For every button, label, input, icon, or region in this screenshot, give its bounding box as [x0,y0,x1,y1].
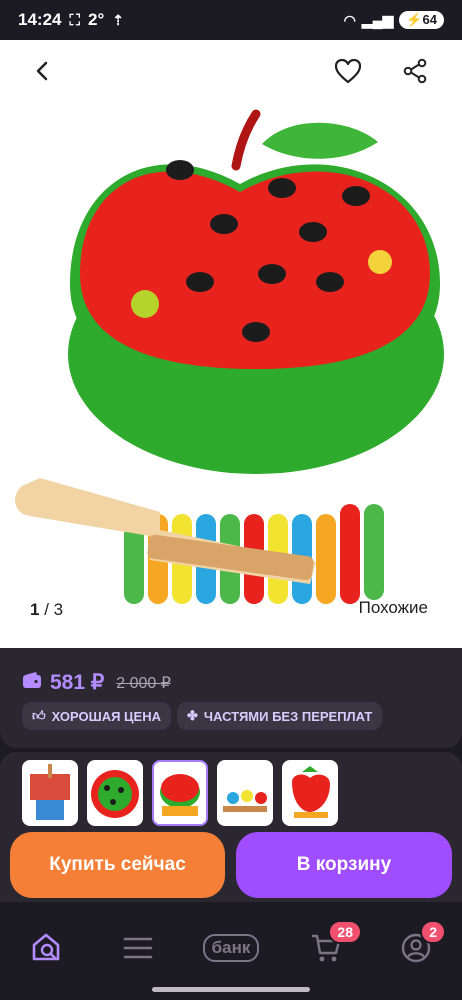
gallery-counter: 1 / 3 [30,600,64,619]
action-buttons: Купить сейчас В корзину [0,832,462,902]
cart-count-badge: 28 [328,920,362,944]
thumbnail-3-selected[interactable] [152,760,208,826]
product-image[interactable] [0,104,462,624]
thumbnail-1[interactable] [22,760,78,826]
thumbnail-4[interactable] [217,760,273,826]
favorite-heart-icon[interactable] [333,56,363,86]
thumbs-up-icon: 👍︎ [32,708,46,723]
bank-icon: банк [202,934,260,962]
status-bar: 14:24 ⛶ 2° ⇡ ◠ ▂▄▆ ⚡64 [0,0,462,40]
tab-cart[interactable]: 28 [304,920,362,970]
tab-bank[interactable]: банк [198,926,264,970]
battery-indicator: ⚡64 [399,11,444,29]
old-price: 2 000 ₽ [116,674,171,692]
home-search-icon [32,933,60,961]
buy-now-button[interactable]: Купить сейчас [10,832,225,898]
tab-catalog[interactable] [116,926,160,970]
menu-icon [123,937,153,959]
thumbnail-5[interactable] [282,760,338,826]
current-price: 581 ₽ [50,671,105,694]
home-indicator[interactable] [152,987,310,992]
thumbnail-2[interactable] [87,760,143,826]
back-icon[interactable] [28,56,58,86]
status-temperature: 2° [88,10,105,29]
screenshot-icon: ⛶ [69,11,80,29]
good-price-badge[interactable]: 👍︎ ХОРОШАЯ ЦЕНА [22,702,172,730]
wifi-icon: ◠ [343,11,356,28]
signal-icon: ▂▄▆ [361,11,394,28]
share-icon[interactable] [400,56,430,86]
product-gallery[interactable]: 1 / 3 Похожие [0,40,462,648]
status-time: 14:24 [18,10,62,29]
variant-thumbnails [0,752,462,832]
tab-home-search[interactable] [25,926,69,970]
profile-notification-badge: 2 [420,920,446,944]
similar-products-link[interactable]: Похожие [359,598,428,618]
split-payments-icon: ✤ [187,708,198,723]
wallet-icon [22,671,42,694]
upload-icon: ⇡ [112,11,124,28]
tab-profile[interactable]: 2 [394,920,446,970]
price-panel: 581 ₽ 2 000 ₽ 👍︎ ХОРОШАЯ ЦЕНА ✤ ЧАСТЯМИ … [0,648,462,748]
installments-badge[interactable]: ✤ ЧАСТЯМИ БЕЗ ПЕРЕПЛАТ [177,702,383,730]
add-to-cart-button[interactable]: В корзину [236,832,452,898]
bottom-tab-bar: банк 28 2 [0,902,462,1000]
